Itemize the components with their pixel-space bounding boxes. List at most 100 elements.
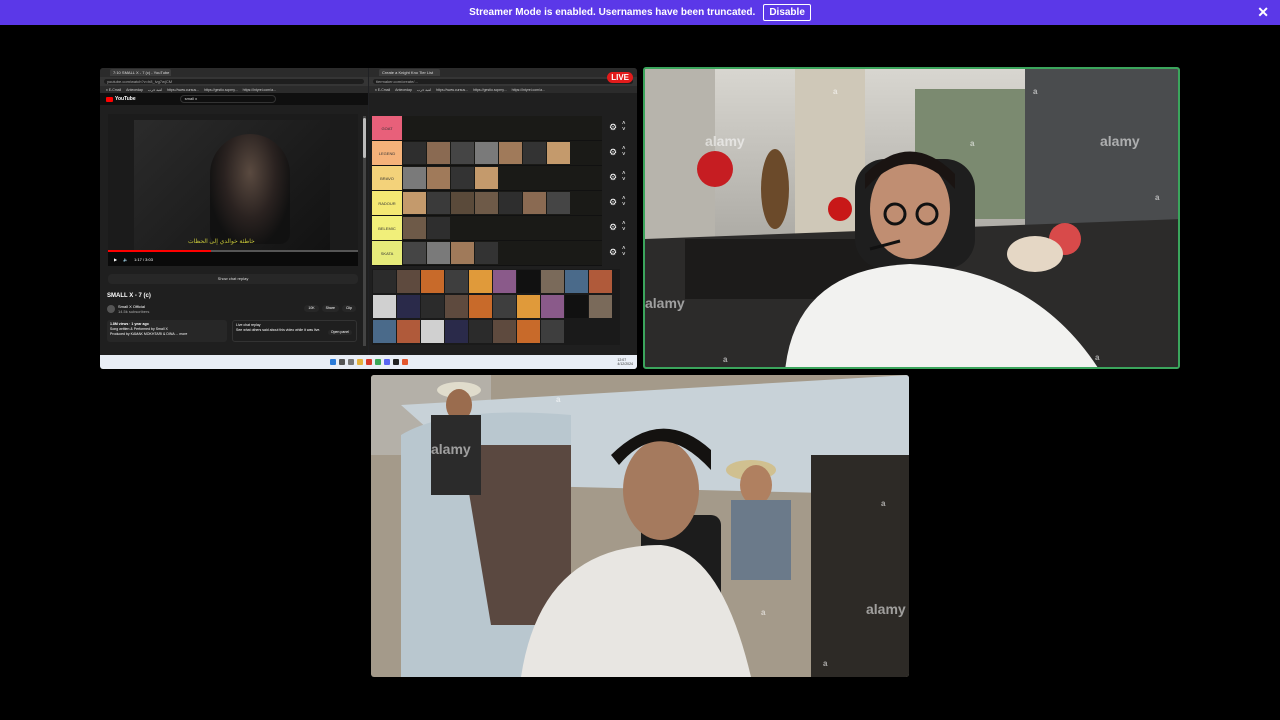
open-panel-button[interactable]: Open panel [327,330,352,335]
artist-thumbnail[interactable] [397,320,420,343]
artist-thumbnail[interactable] [547,142,570,164]
artist-thumbnail[interactable] [451,242,474,264]
video-player[interactable]: خاطئة خوالدي إلى الحظات ▶ 🔈 1:17 / 3:03 [108,114,358,266]
artist-thumbnail[interactable] [403,167,426,189]
webcam-tile-participant[interactable]: alamy alamy a a a a [371,375,909,677]
artist-thumbnail[interactable] [475,242,498,264]
url-field[interactable]: tiermaker.com/create/... [373,79,633,84]
tier-row[interactable]: RADOUR [372,191,602,216]
bookmark[interactable]: x E-Cmail [375,88,390,92]
youtube-logo[interactable]: YouTube [106,96,136,102]
artist-thumbnail[interactable] [397,270,420,293]
browser-tab[interactable]: Create a Knight Kno Tier List [379,69,440,76]
tier-settings-icon[interactable]: ⚙ [609,197,617,208]
bookmark[interactable]: https://gestio.scpmy... [473,88,507,92]
youtube-search-input[interactable]: small x [179,95,276,103]
artist-thumbnail[interactable] [403,242,426,264]
disable-streamer-mode-button[interactable]: Disable [763,4,811,21]
search-icon[interactable] [338,359,345,365]
artist-thumbnail[interactable] [403,217,426,239]
tier-label[interactable]: LEGEND [372,141,402,165]
artist-thumbnail[interactable] [445,320,468,343]
artist-thumbnail[interactable] [517,270,540,293]
video-description[interactable]: 1.8M views · 1 year ago Song written & P… [107,320,227,342]
artist-thumbnail[interactable] [499,142,522,164]
artist-thumbnail[interactable] [445,270,468,293]
artist-thumbnail[interactable] [589,270,612,293]
bookmark[interactable]: https://www.cursus... [167,88,199,92]
artist-thumbnail[interactable] [421,295,444,318]
tier-settings-icon[interactable]: ⚙ [609,147,617,158]
channel-avatar[interactable] [107,305,115,313]
artist-thumbnail[interactable] [427,142,450,164]
artist-thumbnail[interactable] [403,142,426,164]
start-icon[interactable] [329,359,336,365]
tier-move-arrows-icon[interactable]: ˄ ˅ [622,246,626,258]
close-icon[interactable]: ✕ [1257,5,1269,19]
artist-thumbnail[interactable] [427,242,450,264]
tier-move-arrows-icon[interactable]: ˄ ˅ [622,121,626,133]
bookmark[interactable]: https://www.cursus... [436,88,468,92]
tier-settings-icon[interactable]: ⚙ [609,222,617,233]
artist-thumbnail[interactable] [397,295,420,318]
browser-tab[interactable]: 7:10 SMALL X - 7 (c) - YouTube [110,69,171,76]
artist-thumbnail[interactable] [565,270,588,293]
tier-row[interactable]: BRAVO [372,166,602,191]
artist-thumbnail[interactable] [541,270,564,293]
artist-thumbnail[interactable] [427,167,450,189]
artist-thumbnail[interactable] [523,192,546,214]
artist-thumbnail[interactable] [541,295,564,318]
tier-move-arrows-icon[interactable]: ˄ ˅ [622,171,626,183]
taskview-icon[interactable] [347,359,354,365]
show-chat-replay-button[interactable]: Show chat replay [108,274,358,284]
taskbar-clock[interactable]: 12:07 4/12/2024 [617,358,633,366]
share-button[interactable]: Share [321,305,339,312]
clip-button[interactable]: Clip [341,305,356,312]
screen-share-tile[interactable]: 7:10 SMALL X - 7 (c) - YouTube youtube.c… [100,68,637,369]
tier-settings-icon[interactable]: ⚙ [609,122,617,133]
artist-thumbnail[interactable] [403,192,426,214]
tier-move-arrows-icon[interactable]: ˄ ˅ [622,221,626,233]
bookmark[interactable]: https://intyrei.com/a... [512,88,545,92]
tier-label[interactable]: GOAT [372,116,402,140]
chrome-icon[interactable] [374,359,381,365]
bookmark[interactable]: https://gestio.scpmy... [204,88,238,92]
tier-label[interactable]: BELEMIC [372,216,402,240]
tier-move-arrows-icon[interactable]: ˄ ˅ [622,196,626,208]
artist-thumbnail[interactable] [493,270,516,293]
artist-thumbnail[interactable] [427,192,450,214]
artist-thumbnail[interactable] [499,192,522,214]
tier-settings-icon[interactable]: ⚙ [609,172,617,183]
bookmark[interactable]: Antecedap [395,88,412,92]
artist-thumbnail[interactable] [451,167,474,189]
artist-thumbnail[interactable] [475,167,498,189]
bookmark[interactable]: لعبة حرب [148,88,162,92]
url-field[interactable]: youtube.com/watch?v=h8_lvg7wjCM [104,79,364,84]
bookmark[interactable]: Antecedap [126,88,143,92]
artist-thumbnail[interactable] [421,270,444,293]
tier-label[interactable]: RADOUR [372,191,402,215]
scrollbar-thumb[interactable] [363,118,366,158]
artist-thumbnail[interactable] [451,142,474,164]
artist-thumbnail[interactable] [517,295,540,318]
scrollbar[interactable] [363,116,366,346]
webcam-tile-streamer[interactable]: alamy alamy alamy a a a a a a [643,67,1180,369]
tier-move-arrows-icon[interactable]: ˄ ˅ [622,146,626,158]
like-button[interactable]: 10K [304,305,319,312]
tier-row[interactable]: SKATA [372,241,602,266]
tier-row[interactable]: GOAT [372,116,602,141]
artist-thumbnail[interactable] [517,320,540,343]
artist-thumbnail[interactable] [427,217,450,239]
discord-icon[interactable] [383,359,390,365]
tier-settings-icon[interactable]: ⚙ [609,247,617,258]
artist-thumbnail[interactable] [451,192,474,214]
bookmark[interactable]: https://intyrei.com/a... [243,88,276,92]
artist-thumbnail[interactable] [421,320,444,343]
artist-thumbnail[interactable] [475,142,498,164]
artist-thumbnail[interactable] [523,142,546,164]
play-icon[interactable]: ▶ [114,257,117,262]
obs-icon[interactable] [392,359,399,365]
folder-icon[interactable] [356,359,363,365]
artist-thumbnail[interactable] [493,320,516,343]
artist-thumbnail[interactable] [469,320,492,343]
